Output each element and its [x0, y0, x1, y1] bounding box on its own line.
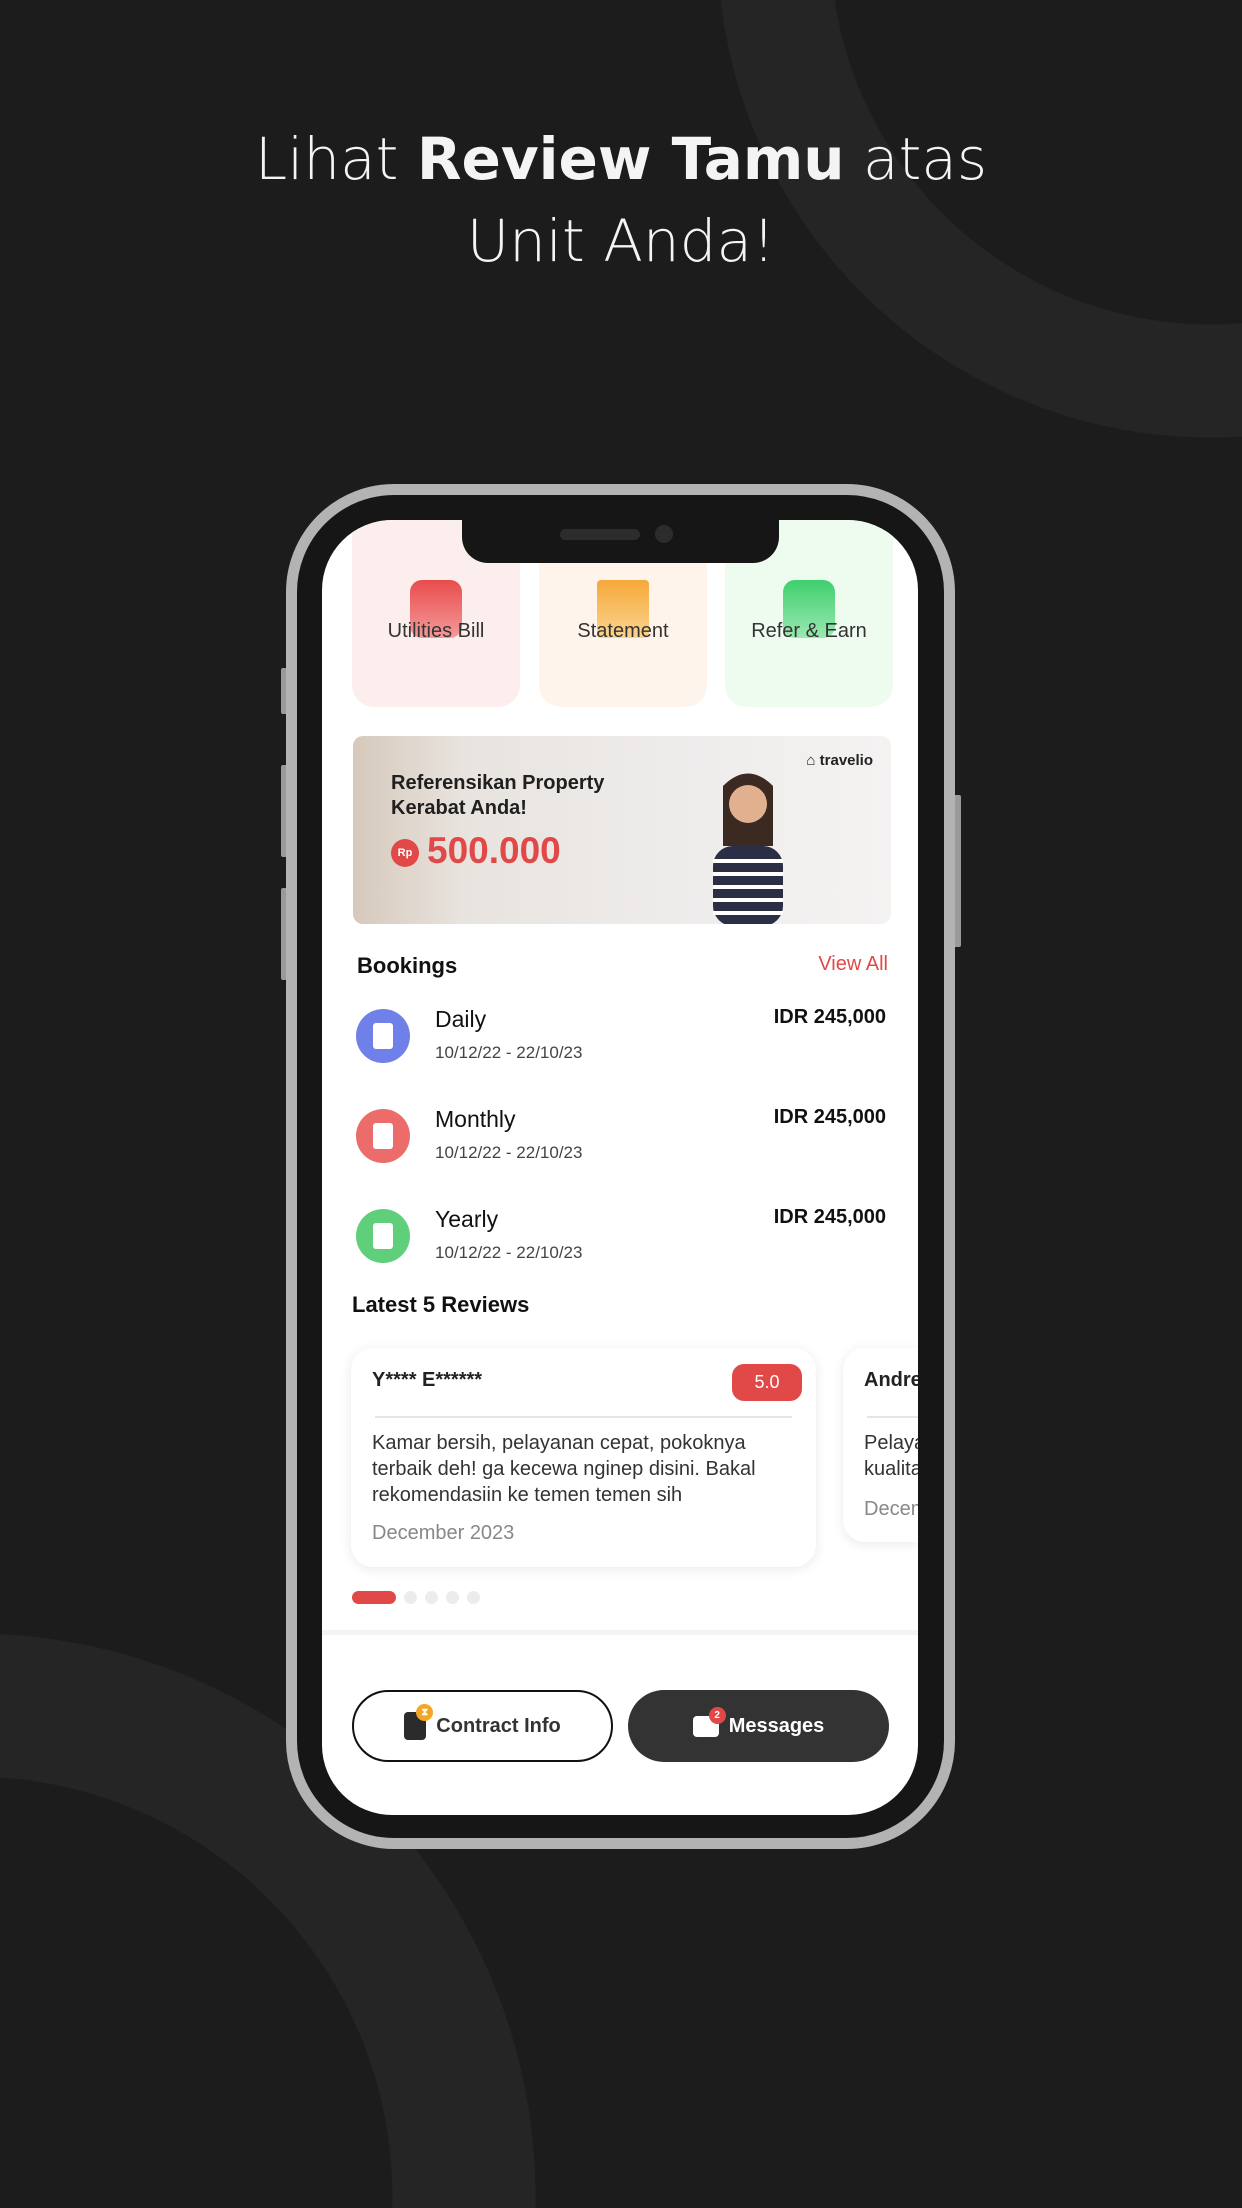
review-card[interactable]: Y**** E****** 5.0 Kamar bersih, pelayana…	[351, 1348, 816, 1567]
review-card[interactable]: Andre Pelaya kualita Decem	[843, 1348, 918, 1542]
document-icon	[356, 1209, 410, 1263]
document-icon	[356, 1109, 410, 1163]
messages-button[interactable]: 2 Messages	[628, 1690, 889, 1762]
booking-row-daily[interactable]: Daily 10/12/22 - 22/10/23 IDR 245,000	[356, 1006, 886, 1079]
travelio-logo: ⌂ travelio	[806, 752, 873, 769]
banner-amount: 500.000	[427, 830, 561, 871]
mail-icon: 2	[692, 1706, 726, 1737]
woman-illustration	[713, 773, 783, 924]
page-dot-active[interactable]	[352, 1591, 396, 1604]
button-label: Messages	[728, 1714, 825, 1737]
booking-price: IDR 245,000	[773, 1006, 886, 1028]
review-date: December 2023	[372, 1522, 515, 1544]
document-icon	[356, 1009, 410, 1063]
clipboard-icon: ⧗	[404, 1704, 434, 1740]
page-dot[interactable]	[446, 1591, 459, 1604]
booking-row-yearly[interactable]: Yearly 10/12/22 - 22/10/23 IDR 245,000	[356, 1206, 886, 1279]
review-text: Kamar bersih, pelayanan cepat, pokoknya …	[372, 1432, 756, 1506]
review-text: Pelaya kualita	[864, 1432, 918, 1480]
unread-badge: 2	[708, 1706, 726, 1724]
card-label: Statement	[577, 620, 669, 642]
app-screen: Utilities Bill Statement Refer & Earn Re…	[322, 520, 918, 1815]
booking-type: Yearly	[435, 1206, 499, 1232]
page-dot[interactable]	[467, 1591, 480, 1604]
banner-title: Referensikan Property Kerabat Anda!	[391, 772, 605, 819]
camera-icon	[655, 525, 673, 543]
contract-info-button[interactable]: ⧗ Contract Info	[352, 1690, 613, 1762]
reviews-title: Latest 5 Reviews	[352, 1292, 530, 1317]
page-dot[interactable]	[404, 1591, 417, 1604]
phone-notch	[462, 520, 779, 563]
booking-dates: 10/12/22 - 22/10/23	[435, 1243, 583, 1262]
reviewer-name: Andre	[864, 1369, 918, 1391]
bookings-title: Bookings	[357, 953, 458, 978]
section-divider	[322, 1630, 918, 1635]
booking-row-monthly[interactable]: Monthly 10/12/22 - 22/10/23 IDR 245,000	[356, 1106, 886, 1179]
reviewer-name: Y**** E******	[372, 1369, 483, 1391]
referral-banner[interactable]: Referensikan Property Kerabat Anda! Rp 50…	[353, 736, 891, 924]
headline: Lihat Review Tamu atas Unit Anda!	[254, 125, 988, 275]
carousel-pagination[interactable]	[352, 1591, 480, 1604]
hourglass-badge-icon: ⧗	[416, 1704, 434, 1721]
divider	[867, 1416, 918, 1418]
card-label: Utilities Bill	[387, 620, 485, 642]
booking-type: Daily	[435, 1006, 487, 1032]
booking-type: Monthly	[435, 1106, 516, 1132]
currency-badge: Rp	[391, 839, 419, 867]
button-label: Contract Info	[436, 1714, 561, 1737]
booking-price: IDR 245,000	[773, 1206, 886, 1228]
divider	[375, 1416, 792, 1418]
view-all-link[interactable]: View All	[818, 953, 888, 976]
booking-price: IDR 245,000	[773, 1106, 886, 1128]
booking-dates: 10/12/22 - 22/10/23	[435, 1143, 583, 1162]
page-dot[interactable]	[425, 1591, 438, 1604]
card-label: Refer & Earn	[751, 620, 867, 642]
review-date: Decem	[864, 1498, 918, 1520]
rating-badge: 5.0	[732, 1364, 802, 1401]
booking-dates: 10/12/22 - 22/10/23	[435, 1043, 583, 1062]
